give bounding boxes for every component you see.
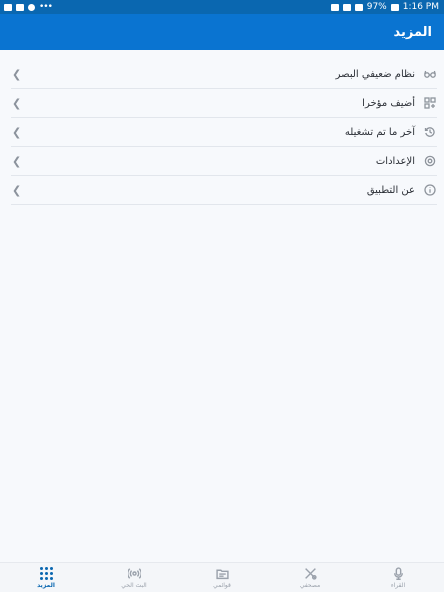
menu-item-low-vision[interactable]: ❮ نظام ضعيفي البصر: [11, 60, 437, 89]
menu-item-label: آخر ما تم تشغيله: [344, 126, 415, 138]
gallery-icon: [4, 3, 12, 11]
app-bar: المزيد: [0, 14, 444, 50]
signal-icon: [354, 3, 363, 11]
app-icon: [28, 3, 35, 11]
more-menu-list: ❮ نظام ضعيفي البصر ❮ أضيف مؤخرا ❮ آخر ما…: [11, 60, 437, 205]
notification-dots: •••: [39, 2, 53, 12]
nav-label: مصحفي: [299, 581, 321, 589]
battery-icon: [390, 3, 399, 11]
chevron-left-icon: ❮: [12, 183, 22, 197]
nav-more[interactable]: المزيد: [16, 567, 76, 589]
menu-item-label: الإعدادات: [375, 155, 415, 167]
mushaf-icon: [303, 567, 317, 581]
nav-label: القراء: [390, 581, 406, 589]
status-right: 97% 1:16 PM: [330, 2, 444, 12]
image-icon: [16, 3, 24, 11]
folder-icon: [215, 567, 229, 581]
status-left: •••: [0, 2, 53, 12]
nav-label: المزيد: [37, 581, 55, 589]
menu-item-settings[interactable]: ❮ الإعدادات: [11, 147, 437, 176]
microphone-icon: [391, 567, 405, 581]
menu-item-label: أضيف مؤخرا: [362, 97, 415, 109]
nav-my-mushaf[interactable]: مصحفي: [280, 567, 340, 589]
menu-item-last-played[interactable]: ❮ آخر ما تم تشغيله: [11, 118, 437, 147]
menu-item-about[interactable]: ❮ عن التطبيق: [11, 176, 437, 205]
nav-label: قوائمي: [213, 581, 231, 589]
page-title: المزيد: [393, 24, 432, 40]
glasses-icon: [423, 67, 437, 81]
gear-icon: [423, 154, 437, 168]
menu-item-recently-added[interactable]: ❮ أضيف مؤخرا: [11, 89, 437, 118]
menu-item-label: عن التطبيق: [366, 184, 415, 196]
bottom-navigation: المزيد البث الحي قوائمي مصحفي القراء: [0, 562, 444, 592]
clock: 1:16 PM: [402, 2, 439, 12]
status-bar: ••• 97% 1:16 PM: [0, 0, 444, 14]
battery-level: 97%: [366, 2, 387, 12]
chevron-left-icon: ❮: [12, 67, 22, 81]
history-icon: [423, 125, 437, 139]
nav-live-broadcast[interactable]: البث الحي: [104, 567, 164, 589]
chevron-left-icon: ❮: [12, 154, 22, 168]
chevron-left-icon: ❮: [12, 125, 22, 139]
nav-reciters[interactable]: القراء: [368, 567, 428, 589]
chevron-left-icon: ❮: [12, 96, 22, 110]
info-icon: [423, 183, 437, 197]
mute-icon: [330, 3, 339, 11]
wifi-icon: [342, 3, 351, 11]
nav-my-lists[interactable]: قوائمي: [192, 567, 252, 589]
dots-grid-icon: [39, 567, 53, 581]
broadcast-icon: [127, 567, 141, 581]
menu-item-label: نظام ضعيفي البصر: [335, 68, 415, 80]
grid-icon: [423, 96, 437, 110]
nav-label: البث الحي: [121, 581, 147, 589]
